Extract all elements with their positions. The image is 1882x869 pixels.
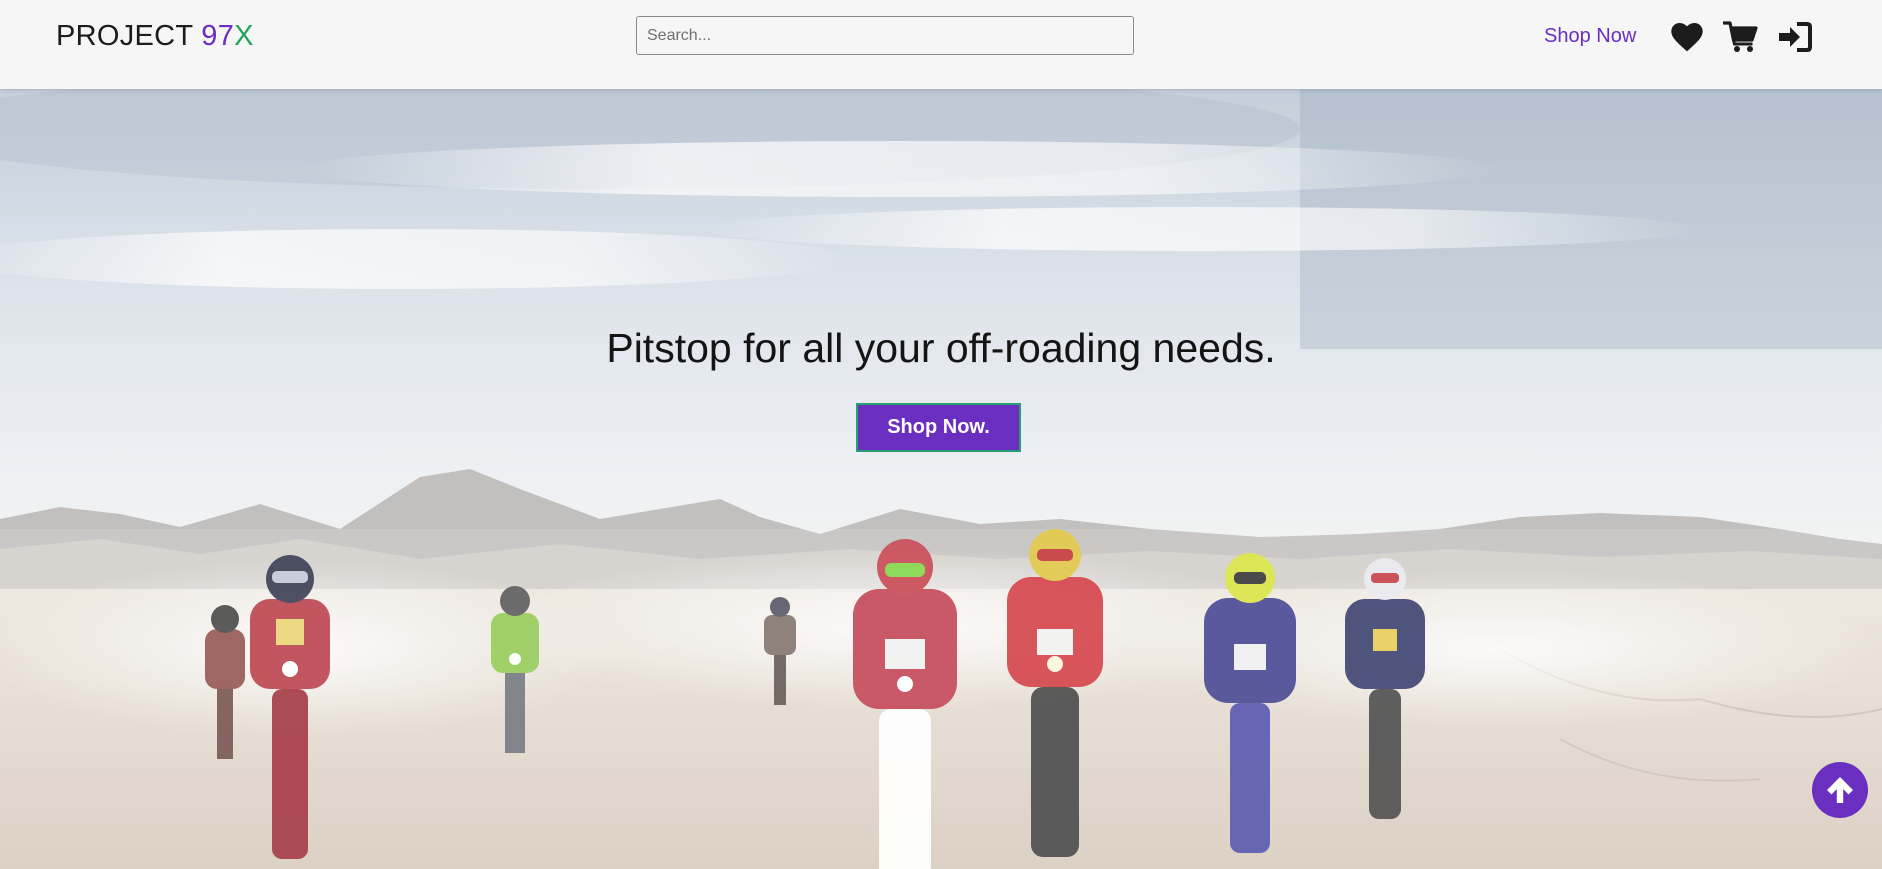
- cart-icon[interactable]: [1722, 18, 1760, 56]
- search-input[interactable]: [636, 16, 1134, 55]
- shop-now-link[interactable]: Shop Now: [1544, 25, 1636, 48]
- arrow-up-icon: [1827, 777, 1853, 803]
- sign-in-icon[interactable]: [1776, 18, 1814, 56]
- brand-number: 97: [201, 20, 235, 52]
- hero-title: Pitstop for all your off-roading needs.: [606, 325, 1276, 371]
- hero-shop-now-button[interactable]: Shop Now.: [856, 403, 1021, 452]
- brand-word: PROJECT: [56, 20, 193, 52]
- scroll-to-top-button[interactable]: [1812, 762, 1868, 818]
- hero-section: Pitstop for all your off-roading needs. …: [0, 89, 1882, 869]
- navbar: PROJECT 97X Shop Now: [0, 0, 1882, 89]
- brand-letter: X: [234, 20, 254, 52]
- hero-background-image: [0, 89, 1882, 869]
- brand-logo[interactable]: PROJECT 97X: [56, 20, 254, 53]
- heart-icon[interactable]: [1668, 18, 1706, 56]
